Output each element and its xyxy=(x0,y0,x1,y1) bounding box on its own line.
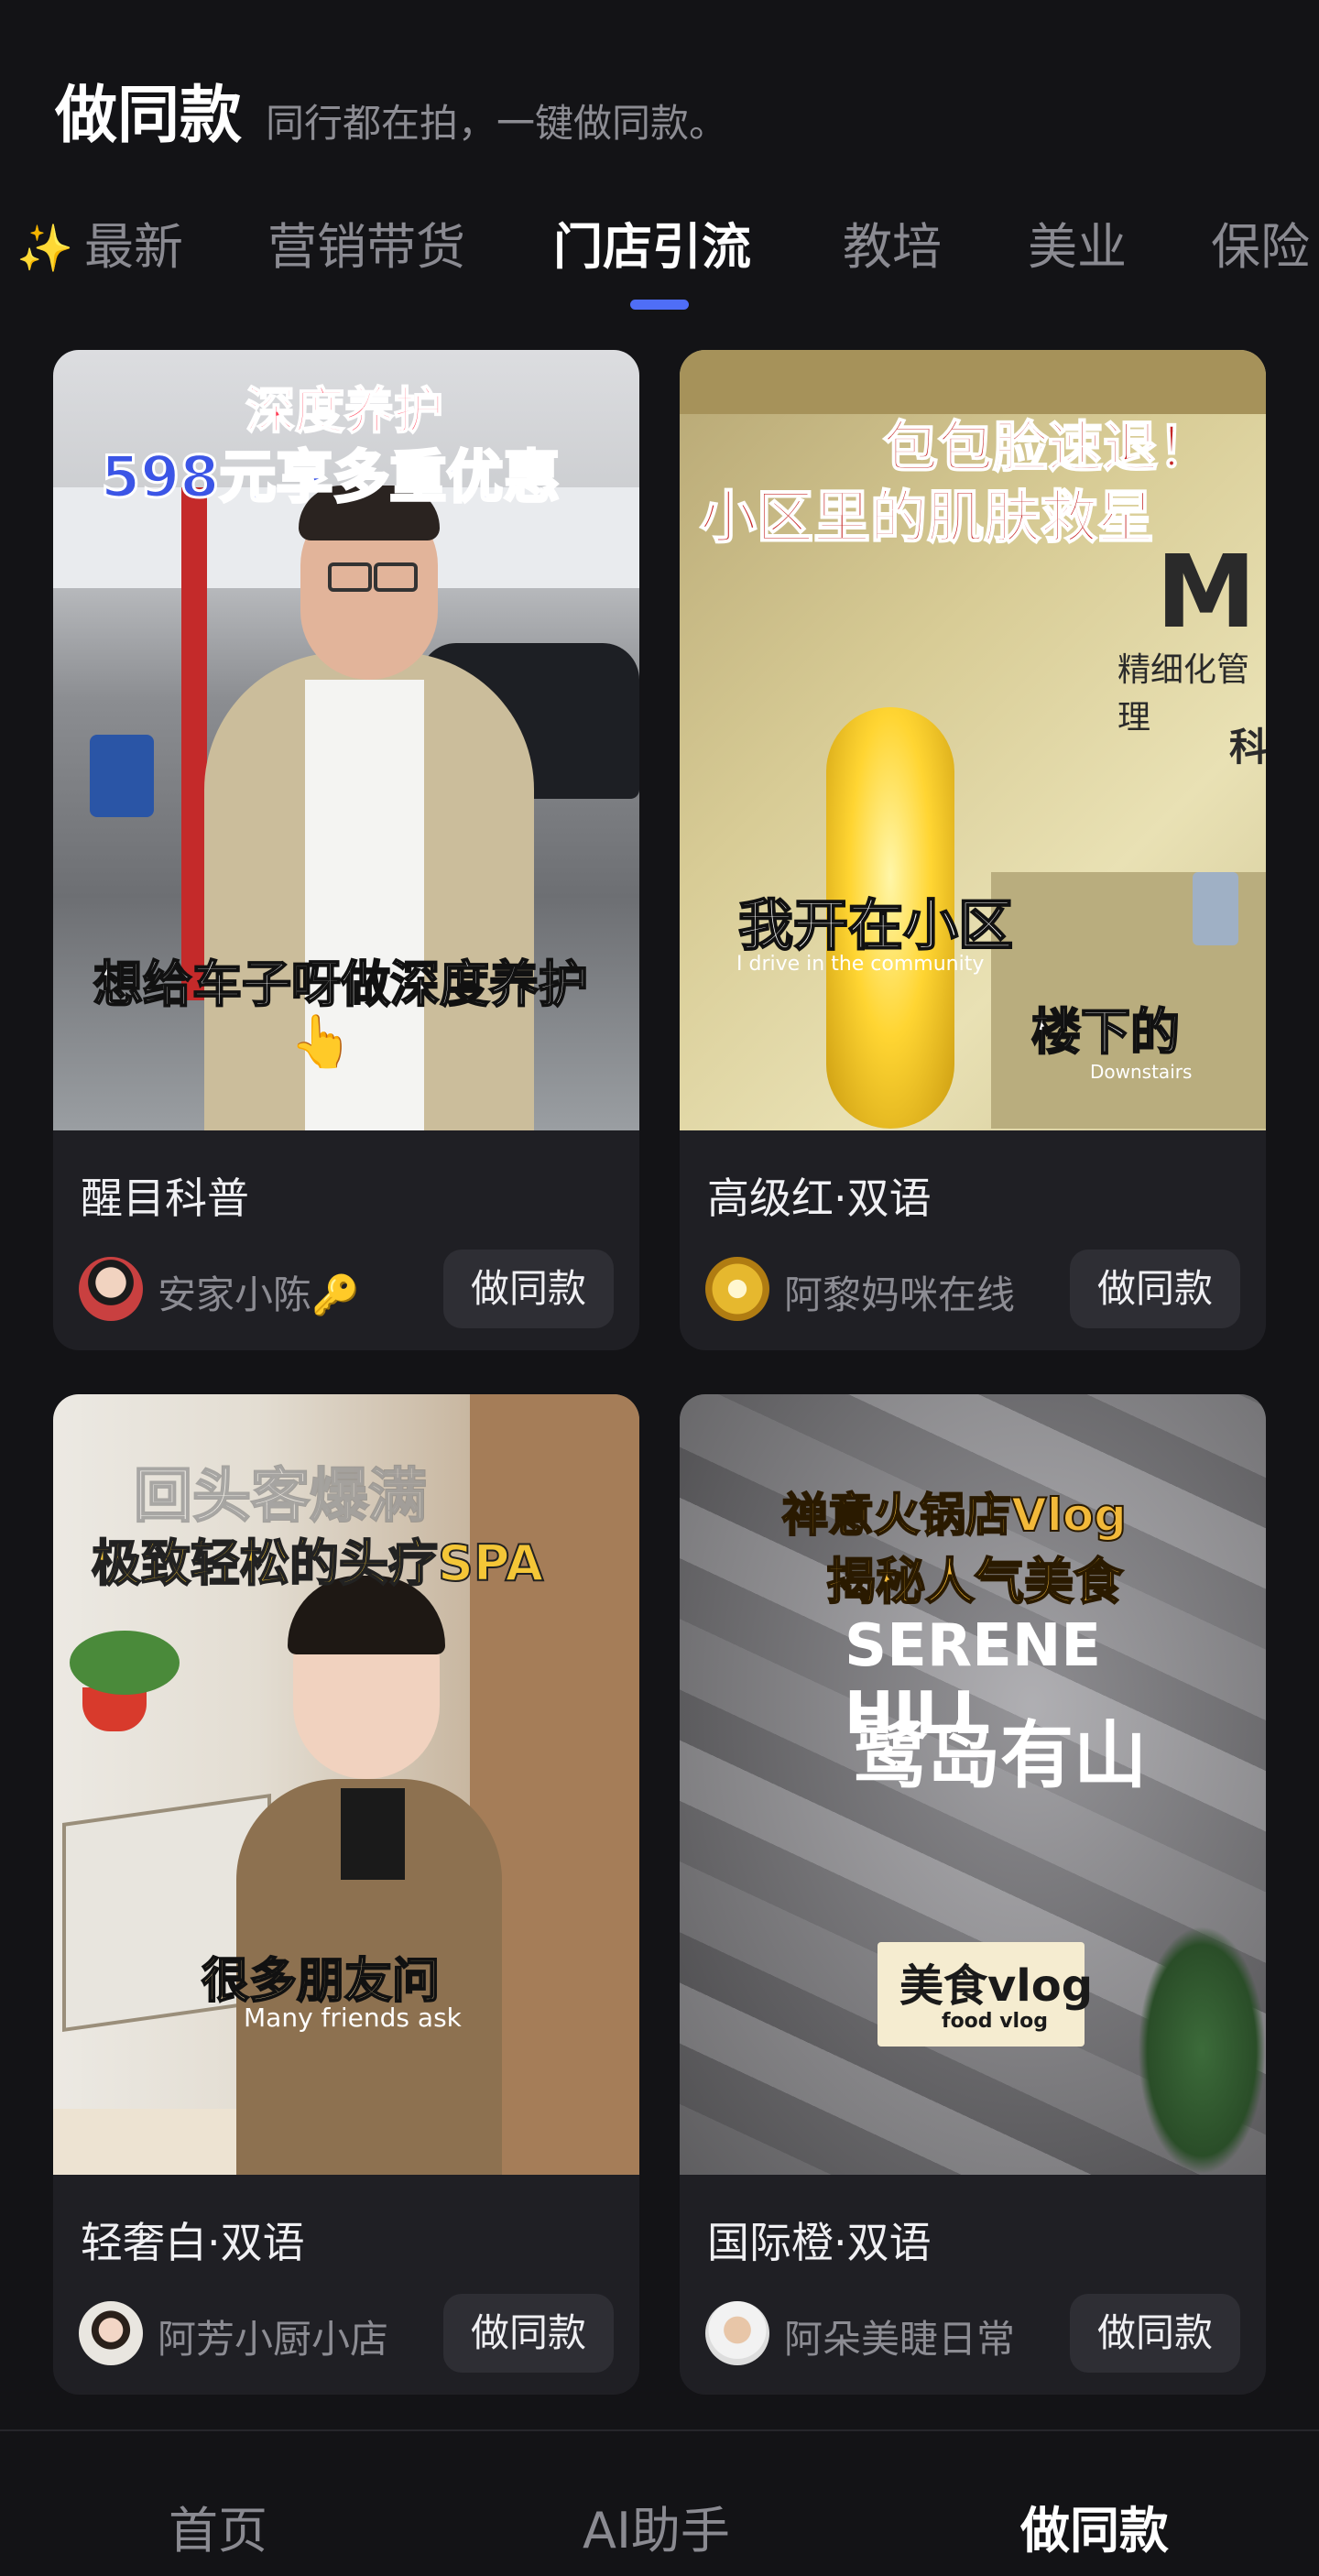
avatar xyxy=(79,2301,143,2365)
thumbnail-caption-main: 598元享多重优惠 xyxy=(99,442,561,512)
tab-insurance[interactable]: 保险 xyxy=(1211,211,1310,284)
thumbnail-tag: 美食vlog xyxy=(899,1960,1094,2012)
avatar xyxy=(705,1257,769,1321)
page-title: 做同款 xyxy=(55,80,243,152)
page-subtitle: 同行都在拍，一键做同款。 xyxy=(266,101,728,146)
page-header: 做同款 同行都在拍，一键做同款。 xyxy=(55,64,727,155)
make-same-button[interactable]: 做同款 xyxy=(1070,1250,1240,1328)
template-card[interactable]: M13 精细化管理 科 包包脸速退！ 小区里的肌肤救星 我开在小区 I driv… xyxy=(680,350,1266,1350)
template-title: 醒目科普 xyxy=(81,1173,249,1223)
tab-latest[interactable]: 最新 xyxy=(84,211,183,284)
thumbnail-subtitle: 想给车子呀做深度养护 xyxy=(93,955,589,1014)
thumbnail-subtitle-2: 楼下的 xyxy=(1030,1002,1181,1062)
make-same-button[interactable]: 做同款 xyxy=(443,2294,614,2373)
avatar xyxy=(79,1257,143,1321)
pointing-hand-icon: 👆 xyxy=(289,1012,354,1072)
thumbnail-subtitle-en: Many friends ask xyxy=(244,2003,462,2033)
thumbnail-caption-main: 小区里的肌肤救星 xyxy=(699,483,1155,551)
thumbnail-caption-top: 禅意火锅店Vlog xyxy=(781,1488,1128,1543)
video-thumbnail[interactable]: 回头客爆满 极致轻松的头疗SPA 很多朋友问 Many friends ask xyxy=(53,1394,639,2175)
video-thumbnail[interactable]: 禅意火锅店Vlog 揭秘人气美食 SERENE HILL 鹭岛有山 美食vlog… xyxy=(680,1394,1266,2175)
thumbnail-caption-main: 揭秘人气美食 xyxy=(825,1552,1124,1611)
tab-education[interactable]: 教培 xyxy=(843,211,942,284)
nav-ai-assistant[interactable]: AI助手 xyxy=(583,2490,730,2562)
thumbnail-subtitle: 很多朋友问 xyxy=(201,1953,441,2010)
tab-marketing[interactable]: 营销带货 xyxy=(267,211,465,284)
template-card[interactable]: 深度养护 598元享多重优惠 想给车子呀做深度养护 👆 醒目科普 安家小陈🔑 做… xyxy=(53,350,639,1350)
wall-text: 科 xyxy=(1229,725,1266,770)
thumbnail-subtitle: 我开在小区 xyxy=(737,893,1014,959)
nav-home[interactable]: 首页 xyxy=(169,2490,267,2562)
thumbnail-subtitle-2-en: Downstairs xyxy=(1090,1061,1193,1083)
template-card[interactable]: 禅意火锅店Vlog 揭秘人气美食 SERENE HILL 鹭岛有山 美食vlog… xyxy=(680,1394,1266,2395)
author-name: 阿芳小厨小店 xyxy=(158,2317,389,2362)
thumbnail-subtitle-en: I drive in the community xyxy=(736,953,985,976)
author-name: 阿黎妈咪在线 xyxy=(784,1272,1016,1317)
nav-make-same[interactable]: 做同款 xyxy=(1020,2490,1169,2562)
tab-store-traffic[interactable]: 门店引流 xyxy=(553,211,751,284)
avatar xyxy=(705,2301,769,2365)
template-title: 轻奢白·双语 xyxy=(81,2218,305,2267)
author-name: 阿朵美睫日常 xyxy=(784,2317,1016,2362)
template-title: 国际橙·双语 xyxy=(707,2218,932,2267)
wall-logo-text: M13 xyxy=(1156,533,1266,650)
thumbnail-caption-main: 极致轻松的头疗SPA xyxy=(91,1534,544,1593)
template-card[interactable]: 回头客爆满 极致轻松的头疗SPA 很多朋友问 Many friends ask … xyxy=(53,1394,639,2395)
template-title: 高级红·双语 xyxy=(707,1173,932,1223)
thumbnail-caption-top: 回头客爆满 xyxy=(133,1462,428,1532)
bottom-navigation: 首页 AI助手 做同款 xyxy=(0,2429,1319,2576)
make-same-button[interactable]: 做同款 xyxy=(1070,2294,1240,2373)
thumbnail-tag-en: food vlog xyxy=(942,2010,1048,2033)
make-same-button[interactable]: 做同款 xyxy=(443,1250,614,1328)
tab-beauty[interactable]: 美业 xyxy=(1028,211,1127,284)
video-thumbnail[interactable]: M13 精细化管理 科 包包脸速退！ 小区里的肌肤救星 我开在小区 I driv… xyxy=(680,350,1266,1130)
active-tab-indicator xyxy=(630,300,689,310)
brand-sign-cn: 鹭岛有山 xyxy=(854,1713,1147,1798)
nav-divider xyxy=(0,2429,1319,2431)
author-name: 安家小陈🔑 xyxy=(158,1272,360,1317)
video-thumbnail[interactable]: 深度养护 598元享多重优惠 想给车子呀做深度养护 👆 xyxy=(53,350,639,1130)
